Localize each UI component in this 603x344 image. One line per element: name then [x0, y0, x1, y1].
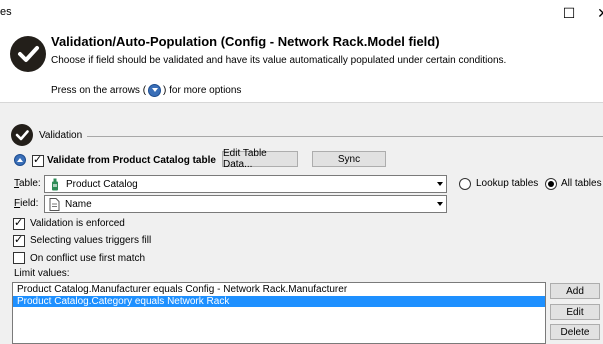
limit-values-label: Limit values: [14, 268, 70, 279]
maximize-button[interactable]: ☐ [552, 0, 586, 26]
validation-check-icon [11, 124, 33, 146]
close-icon: ✕ [597, 4, 603, 21]
checkmark-circle-icon [10, 36, 46, 72]
chevron-down-icon [437, 202, 443, 206]
table-label-rest: able: [19, 178, 41, 189]
sync-button[interactable]: Sync [312, 151, 386, 167]
table-select[interactable]: Product Catalog [44, 175, 447, 193]
lookup-tables-radio[interactable] [459, 178, 471, 190]
first-match-label: On conflict use first match [30, 253, 146, 264]
table-label: Table: [14, 178, 41, 189]
delete-button[interactable]: Delete [550, 324, 600, 340]
validate-label: Validate from Product Catalog table [47, 155, 216, 166]
edit-button[interactable]: Edit [550, 304, 600, 320]
limit-values-list[interactable]: Product Catalog.Manufacturer equals Conf… [12, 282, 546, 344]
all-tables-radio[interactable] [545, 178, 557, 190]
edit-table-data-button[interactable]: Edit Table Data... [222, 148, 298, 170]
triggers-fill-label: Selecting values triggers fill [30, 235, 152, 246]
options-hint: Press on the arrows ( ) for more options [51, 84, 241, 97]
section-label: Validation [39, 130, 83, 141]
table-select-value: Product Catalog [66, 178, 138, 190]
options-hint-before: Press on the arrows ( [51, 85, 147, 96]
field-select-value: Name [65, 198, 92, 210]
validate-checkbox[interactable] [32, 153, 44, 167]
divider [0, 102, 603, 103]
maximize-icon: ☐ [562, 4, 576, 21]
document-icon [49, 197, 60, 211]
chevron-down-icon [437, 182, 443, 186]
section-divider [87, 136, 603, 137]
close-button[interactable]: ✕ [586, 0, 603, 26]
expand-arrow-icon [148, 84, 162, 97]
header-panel: Validation/Auto-Population (Config - Net… [0, 26, 603, 102]
first-match-checkbox[interactable] [13, 252, 25, 264]
page-title: Validation/Auto-Population (Config - Net… [51, 34, 440, 49]
collapse-arrow-icon[interactable] [14, 154, 26, 166]
page-description: Choose if field should be validated and … [51, 55, 507, 66]
list-item[interactable]: Product Catalog.Manufacturer equals Conf… [13, 284, 545, 295]
window-title: es [0, 6, 12, 18]
field-label-rest: ield: [20, 198, 39, 209]
validation-enforced-label: Validation is enforced [30, 218, 125, 229]
list-item-selected[interactable]: Product Catalog.Category equals Network … [13, 296, 545, 307]
field-label: Field: [14, 198, 38, 209]
title-bar: es ☐ ✕ [0, 0, 603, 26]
all-tables-label: All tables [561, 178, 602, 189]
lookup-tables-label: Lookup tables [476, 178, 539, 189]
bottle-icon [52, 178, 58, 190]
validation-enforced-checkbox[interactable] [13, 216, 25, 230]
field-select[interactable]: Name [44, 195, 447, 213]
add-button[interactable]: Add [550, 283, 600, 299]
options-hint-after: ) for more options [163, 85, 242, 96]
triggers-fill-checkbox[interactable] [13, 233, 25, 247]
